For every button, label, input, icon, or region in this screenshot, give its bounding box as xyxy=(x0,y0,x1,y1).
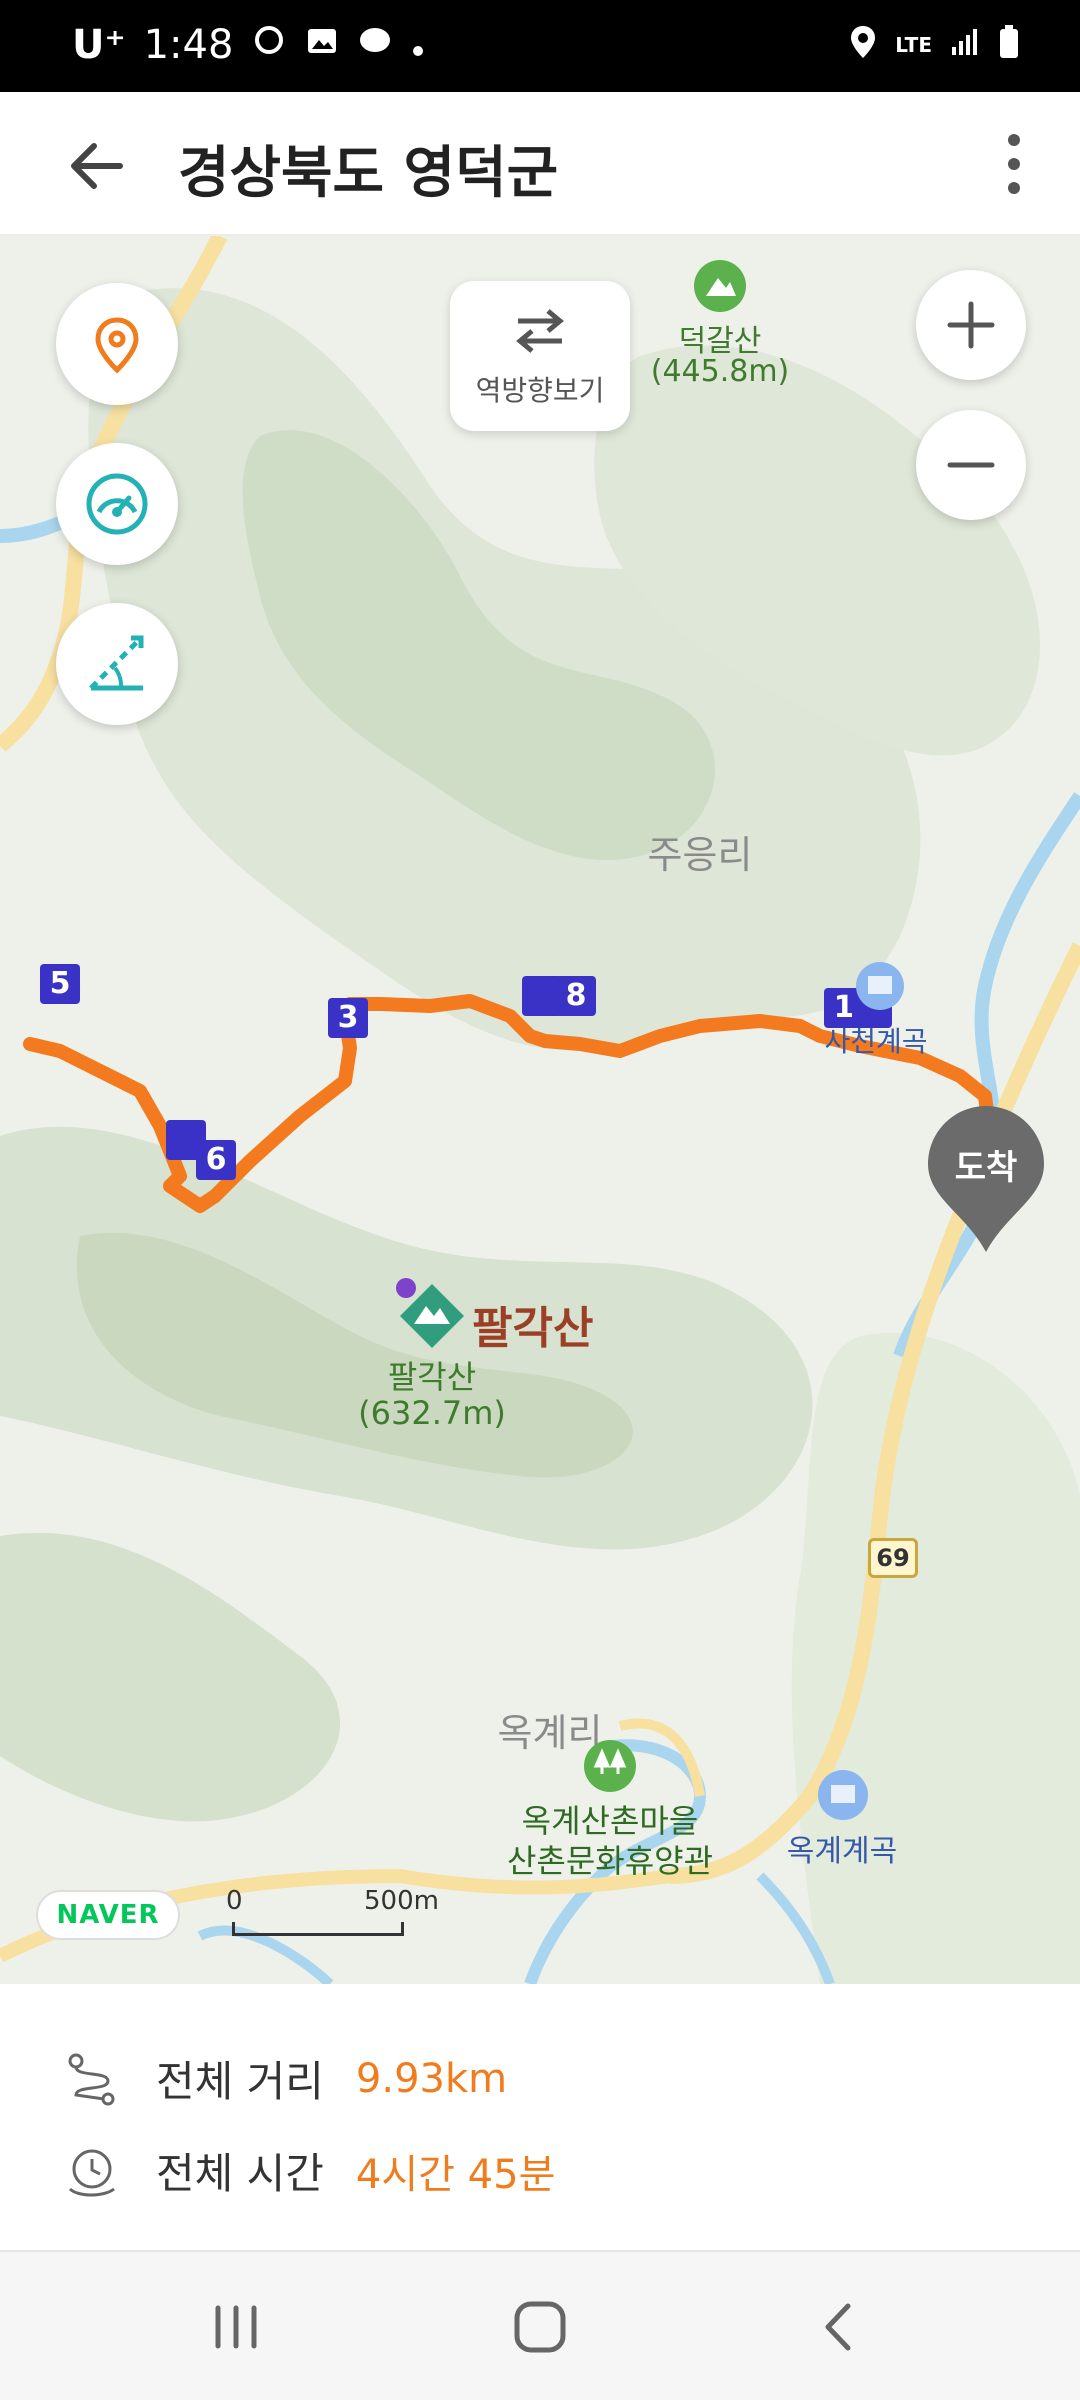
distance-label: 전체 거리 xyxy=(156,2057,324,2106)
route-marker-8[interactable]: 8 xyxy=(556,976,596,1016)
clock-icon xyxy=(68,2149,115,2196)
carrier-label: U⁺ xyxy=(72,22,126,68)
route-distance-icon xyxy=(68,2053,115,2105)
road-69-shield: 69 xyxy=(868,1538,918,1578)
system-navigation-bar xyxy=(0,2250,1080,2400)
mountain-peak-icon xyxy=(392,1276,472,1360)
route-marker-3[interactable]: 3 xyxy=(328,998,368,1038)
zoom-out-button[interactable] xyxy=(916,410,1026,520)
location-pin-icon xyxy=(95,317,139,374)
scale-zero: 0 xyxy=(226,1886,243,1916)
minus-icon xyxy=(947,462,995,468)
distance-value: 9.93km xyxy=(355,2055,508,2102)
speed-button[interactable] xyxy=(56,443,178,565)
status-bar: U⁺ 1:48 LTE xyxy=(0,0,1080,92)
rest-area-line2: 산촌문화휴양관 xyxy=(506,1842,714,1880)
back-button[interactable] xyxy=(800,2292,880,2362)
chat-icon xyxy=(357,22,393,68)
valley-icon xyxy=(856,962,904,1014)
battery-icon xyxy=(998,24,1020,66)
time-value: 4시간 45분 xyxy=(355,2151,556,2198)
forest-icon xyxy=(584,1740,636,1796)
peak-main-height: (632.7m) xyxy=(358,1394,506,1432)
map-view[interactable]: 5 3 6 8 1 도착 덕갈산 (445.8m) 주응리 사천계곡 팔각산 팔… xyxy=(0,236,1080,1984)
app-notification-icon xyxy=(251,22,287,68)
swap-arrows-icon xyxy=(516,309,564,353)
app-bar: 경상북도 영덕군 xyxy=(0,92,1080,236)
distance-row: 전체 거리 9.93km xyxy=(64,2048,507,2109)
more-menu-icon[interactable] xyxy=(994,128,1034,200)
valley-icon xyxy=(818,1770,868,1824)
signal-icon xyxy=(950,27,980,63)
network-type-label: LTE xyxy=(895,33,932,57)
peak-main-name: 팔각산 xyxy=(387,1358,477,1396)
home-button[interactable] xyxy=(500,2292,580,2362)
valley-okgye: 옥계계곡 xyxy=(786,1834,898,1869)
slope-icon xyxy=(89,635,144,691)
clock: 1:48 xyxy=(143,22,234,68)
back-arrow-icon[interactable] xyxy=(62,130,134,202)
my-location-button[interactable] xyxy=(56,283,178,405)
home-icon xyxy=(514,2301,566,2353)
arrival-pin[interactable]: 도착 xyxy=(926,1104,1046,1254)
peak-north-height: (445.8m) xyxy=(650,354,790,389)
recent-apps-icon xyxy=(215,2305,257,2349)
time-label: 전체 시간 xyxy=(156,2149,324,2198)
naver-logo: NAVER xyxy=(36,1890,180,1940)
map-scale: 0 500m xyxy=(226,1886,466,1946)
gauge-icon xyxy=(86,473,148,535)
page-title: 경상북도 영덕군 xyxy=(178,141,559,206)
reverse-direction-button[interactable]: 역방향보기 xyxy=(450,281,630,431)
location-icon xyxy=(849,24,877,66)
mountain-icon xyxy=(694,260,746,316)
arrival-label: 도착 xyxy=(954,1148,1018,1188)
village-jueungri: 주응리 xyxy=(647,833,753,877)
peak-main-title: 팔각산 xyxy=(472,1303,594,1354)
route-marker-5[interactable]: 5 xyxy=(40,964,80,1004)
gallery-icon xyxy=(305,22,339,68)
elevation-button[interactable] xyxy=(56,603,178,725)
time-row: 전체 시간 4시간 45분 xyxy=(64,2140,555,2201)
reverse-direction-label: 역방향보기 xyxy=(475,374,605,407)
zoom-in-button[interactable] xyxy=(916,270,1026,380)
valley-sacheon: 사천계곡 xyxy=(824,1025,928,1058)
route-summary: 전체 거리 9.93km 전체 시간 4시간 45분 xyxy=(0,1984,1080,2250)
recent-apps-button[interactable] xyxy=(196,2292,276,2362)
dot-icon xyxy=(411,22,425,68)
route-marker-extra[interactable] xyxy=(522,976,562,1016)
back-chevron-icon xyxy=(825,2303,851,2351)
scale-bar xyxy=(232,1922,404,1936)
route-marker-extra[interactable] xyxy=(166,1120,206,1160)
plus-icon xyxy=(947,301,995,349)
scale-distance: 500m xyxy=(364,1886,439,1916)
